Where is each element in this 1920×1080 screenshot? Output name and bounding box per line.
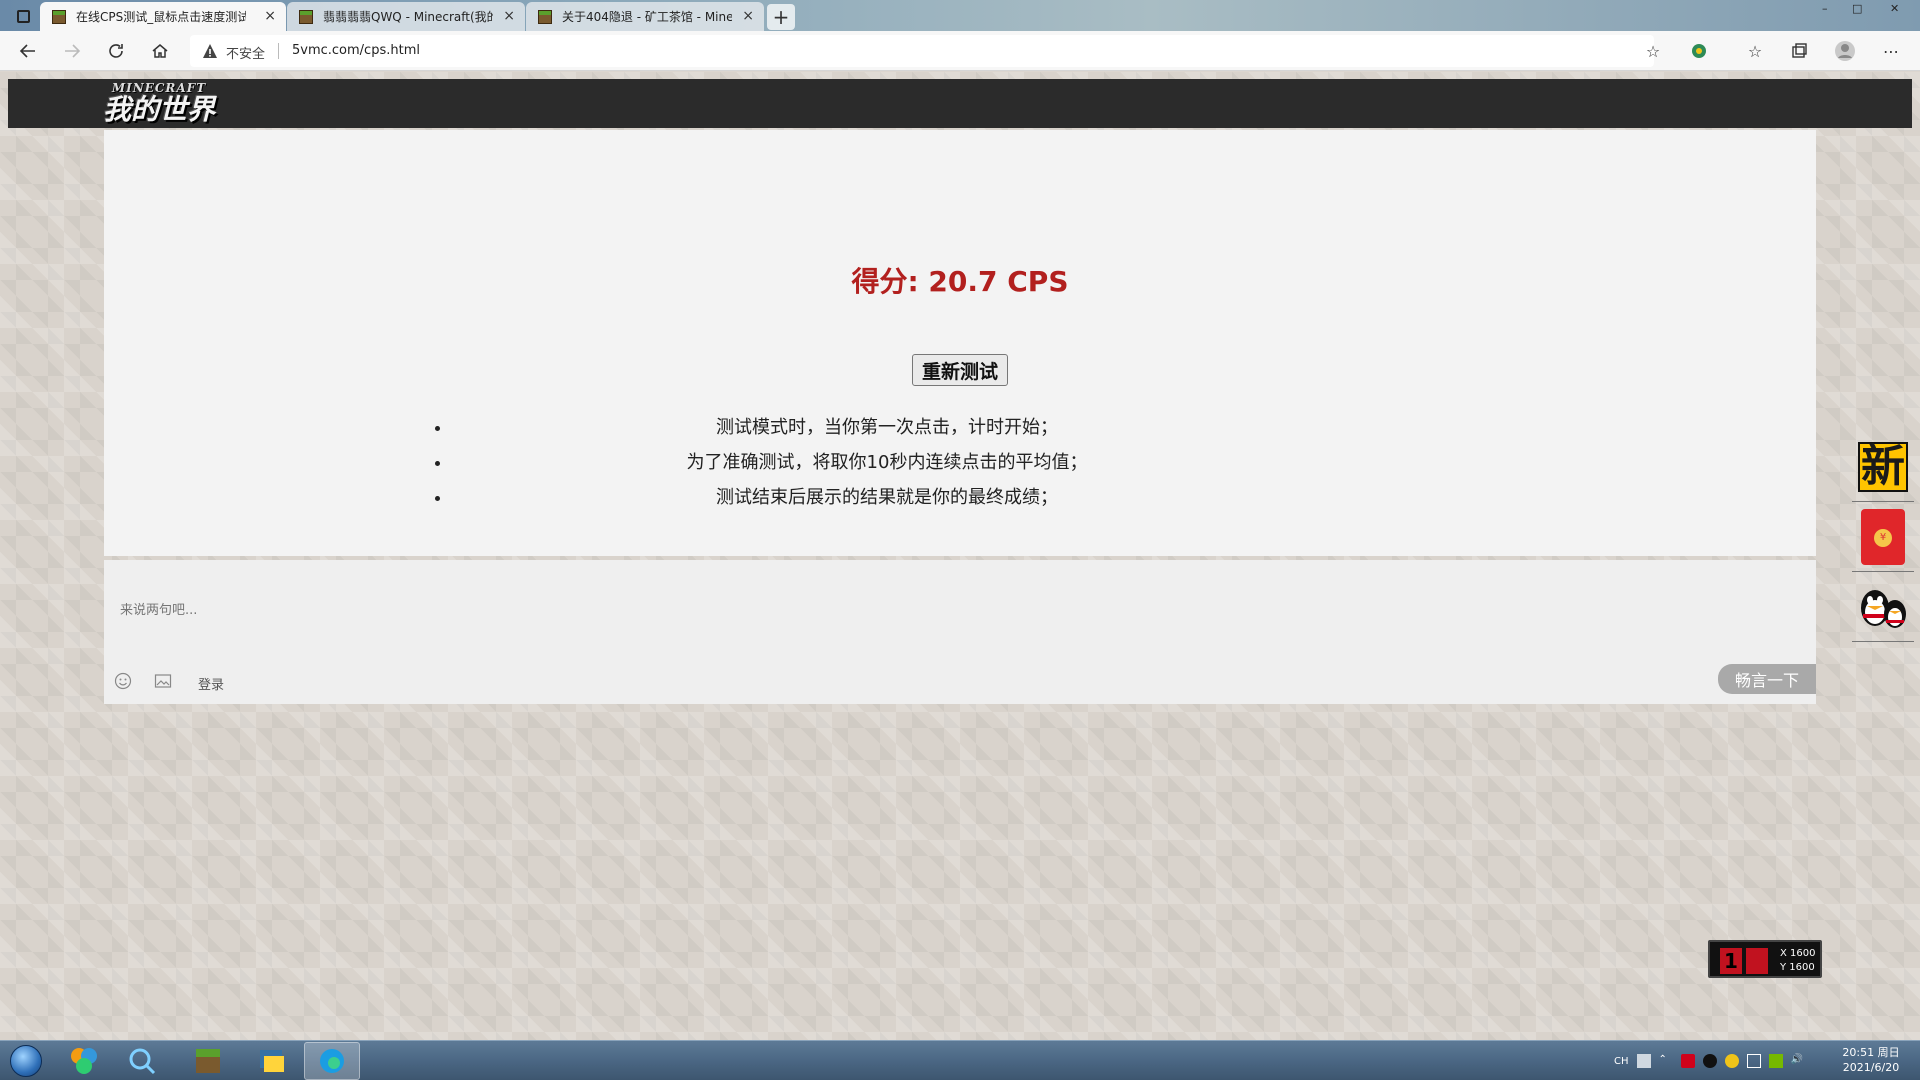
keyboard-icon[interactable] [1636,1054,1651,1068]
taskbar-app-minecraft[interactable] [180,1042,236,1080]
media-app-icon [71,1048,97,1074]
cps-count: 1 [1720,948,1742,974]
favorites-icon[interactable]: ☆ [1744,40,1766,62]
close-tab-icon[interactable]: × [503,8,515,24]
tab-cps-test[interactable]: 在线CPS测试_鼠标点击速度测试 × [40,2,286,31]
tab-bar: 在线CPS测试_鼠标点击速度测试 × 翡翡翡翡QWQ - Minecraft(我… [0,0,1920,31]
comment-input[interactable] [120,580,1800,640]
close-tab-icon[interactable]: × [742,8,754,24]
start-button[interactable] [6,1043,46,1079]
address-bar: 不安全 5vmc.com/cps.html ☆ ☆ ⋯ [0,31,1920,71]
emoji-icon[interactable] [114,672,132,690]
new-badge-button[interactable]: 新 [1852,432,1914,502]
show-hidden-icons[interactable]: ⌃ [1659,1054,1673,1068]
web-page: MINECRAFT 我的世界 得分: 20.7 CPS 重新测试 测试模式时，当… [0,72,1920,1040]
volume-icon[interactable]: 🔊 [1791,1054,1805,1068]
retest-button[interactable]: 重新测试 [912,354,1008,386]
minecraft-logo[interactable]: MINECRAFT 我的世界 [103,81,215,125]
close-tab-icon[interactable]: × [264,8,276,24]
tab-title: 关于404隐退 - 矿工茶馆 - Minec [562,10,732,24]
back-icon[interactable] [16,39,40,63]
qq-button[interactable] [1852,572,1914,642]
clock-time: 20:51 周日 [1842,1046,1900,1059]
close-window-button[interactable]: ✕ [1890,0,1899,16]
site-header: MINECRAFT 我的世界 [8,79,1912,128]
tab-title: 在线CPS测试_鼠标点击速度测试 [76,10,246,24]
side-toolbar: 新 ¥ [1852,432,1914,642]
rule-item: 测试结束后展示的结果就是你的最终成绩； [452,480,1322,515]
coord-y: Y 1600 [1780,962,1815,973]
comment-box: 登录 畅言一下 [104,560,1816,704]
search-icon [129,1048,156,1075]
minecraft-grass-icon [196,1049,220,1073]
taskbar-app-media[interactable] [56,1042,112,1080]
profile-icon[interactable] [1834,40,1856,62]
new-badge: 新 [1858,441,1908,492]
separator [278,43,279,59]
tab-404-retire[interactable]: 关于404隐退 - 矿工茶馆 - Minec × [526,2,764,31]
security-label[interactable]: 不安全 [226,43,265,62]
image-icon[interactable] [154,672,172,690]
taskbar-app-edge[interactable] [304,1042,360,1080]
collections-icon[interactable] [1788,40,1810,62]
system-tray: CH ⌃ 🔊 [1614,1051,1805,1071]
rules-list: 测试模式时，当你第一次点击，计时开始； 为了准确测试，将取你10秒内连续点击的平… [422,410,1322,515]
tab-title: 翡翡翡翡QWQ - Minecraft(我的世 [323,10,493,24]
omnibox[interactable]: 不安全 5vmc.com/cps.html ☆ [190,35,1660,67]
hand-icon [1746,948,1768,974]
cursor-coords: X 1600 Y 1600 [1780,947,1815,975]
taskbar-app-search[interactable] [114,1042,170,1080]
login-link[interactable]: 登录 [198,674,224,693]
taskbar-app-python[interactable] [244,1042,300,1080]
logo-main-text: 我的世界 [103,93,216,126]
nvidia-icon[interactable] [1768,1054,1783,1068]
cps-overlay-widget: 1 X 1600 Y 1600 [1708,940,1822,978]
coin-icon: ¥ [1874,528,1892,547]
tab-minecraft-profile[interactable]: 翡翡翡翡QWQ - Minecraft(我的世 × [287,2,525,31]
language-indicator[interactable]: CH [1614,1056,1629,1067]
python-icon [260,1050,284,1072]
maximize-button[interactable]: □ [1852,0,1862,16]
clock-date: 2021/6/20 [1842,1061,1900,1074]
forward-icon[interactable] [60,39,84,63]
more-options-icon[interactable]: ⋯ [1880,40,1902,62]
network-icon[interactable] [1746,1054,1761,1068]
score-display: 得分: 20.7 CPS [851,265,1069,298]
taskbar-clock[interactable]: 20:51 周日 2021/6/20 [1828,1045,1914,1075]
submit-comment-button[interactable]: 畅言一下 [1718,664,1816,694]
minecraft-favicon-icon [538,9,552,24]
url-text[interactable]: 5vmc.com/cps.html [292,43,420,58]
rule-item: 为了准确测试，将取你10秒内连续点击的平均值； [452,445,1322,480]
red-packet-button[interactable]: ¥ [1852,502,1914,572]
qq-penguin-icon [1861,589,1906,628]
qq-tray-icon[interactable] [1702,1054,1717,1068]
minecraft-favicon-icon [299,9,313,24]
extension-icon[interactable] [1688,40,1710,62]
home-icon[interactable] [148,39,172,63]
tab-actions-icon[interactable] [10,6,36,26]
edge-icon [320,1049,344,1073]
taskbar: CH ⌃ 🔊 20:51 周日 2021/6/20 [0,1040,1920,1080]
rule-item: 测试模式时，当你第一次点击，计时开始； [452,410,1322,445]
minimize-button[interactable]: – [1822,0,1828,16]
coord-x: X 1600 [1780,948,1816,959]
new-tab-button[interactable]: + [767,4,795,30]
minecraft-favicon-icon [52,9,66,24]
warning-icon[interactable] [202,43,218,59]
red-packet-icon: ¥ [1861,508,1905,565]
tray-yellow-icon[interactable] [1724,1054,1739,1068]
add-favorite-icon[interactable]: ☆ [1642,40,1664,62]
refresh-icon[interactable] [104,39,128,63]
windows-logo-icon [10,1045,42,1077]
tray-red-icon[interactable] [1680,1054,1695,1068]
cps-test-panel: 得分: 20.7 CPS 重新测试 测试模式时，当你第一次点击，计时开始； 为了… [104,130,1816,556]
